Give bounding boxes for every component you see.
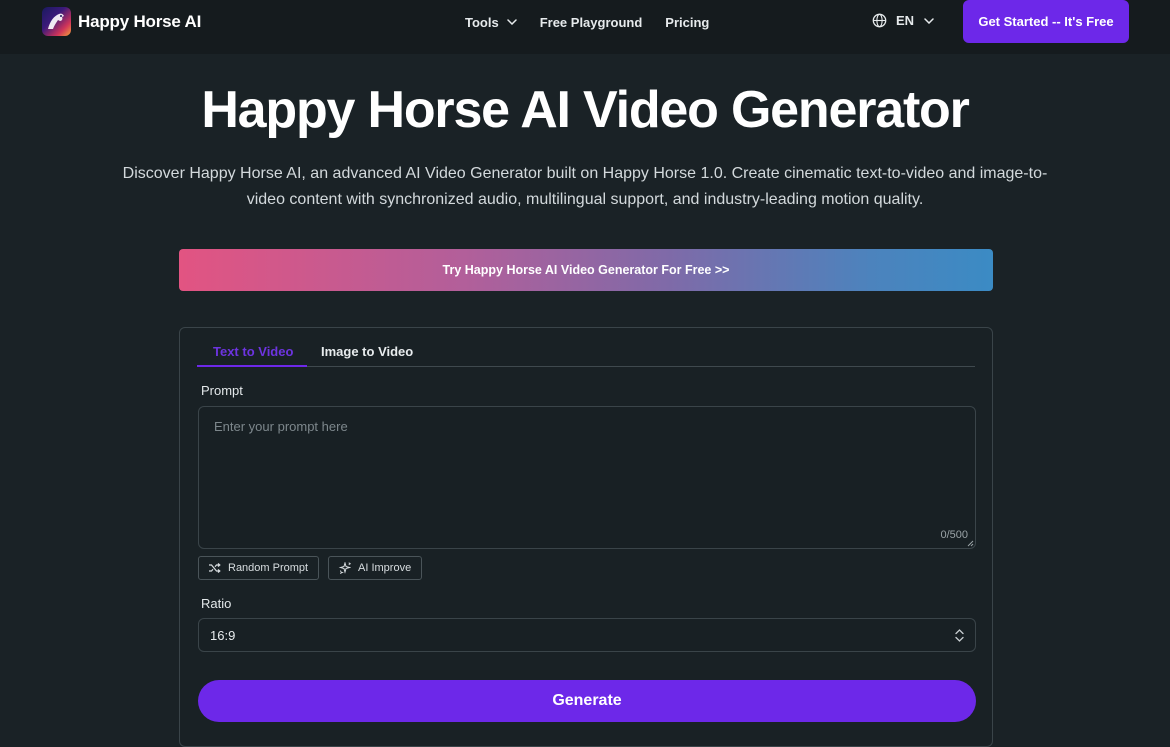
random-prompt-button[interactable]: Random Prompt: [198, 556, 320, 580]
brand-name: Happy Horse AI: [78, 11, 202, 31]
ratio-selected-value: 16:9: [210, 627, 236, 643]
brand-link[interactable]: Happy Horse AI: [42, 7, 201, 36]
hero-description: Discover Happy Horse AI, an advanced AI …: [122, 165, 1048, 208]
generator-tabs: Text to Video Image to Video: [197, 342, 975, 367]
video-generator-panel: Text to Video Image to Video Prompt 0/50…: [179, 327, 993, 747]
main-nav: Tools Free Playground Pricing: [465, 13, 732, 31]
page-title: Happy Horse AI Video Generator: [201, 81, 970, 139]
tab-text-to-video[interactable]: Text to Video: [213, 344, 293, 359]
nav-tools-menu[interactable]: Tools: [465, 15, 517, 30]
language-code: EN: [896, 13, 915, 28]
ai-improve-label: AI Improve: [358, 562, 412, 574]
ratio-select[interactable]: 16:9: [198, 618, 976, 652]
character-counter: 0/500: [940, 529, 968, 541]
globe-icon: [872, 13, 887, 28]
chevron-down-icon: [506, 19, 517, 25]
top-navbar: Happy Horse AI Tools Free Playground Pri…: [0, 0, 1170, 54]
chevron-down-icon: [924, 17, 934, 24]
ratio-label: Ratio: [201, 596, 232, 611]
language-selector[interactable]: EN: [872, 13, 934, 28]
get-started-button[interactable]: Get Started -- It's Free: [963, 0, 1129, 43]
ai-improve-button[interactable]: AI Improve: [328, 556, 423, 580]
try-free-banner-link[interactable]: Try Happy Horse AI Video Generator For F…: [179, 249, 993, 291]
shuffle-icon: [209, 563, 221, 573]
chevron-up-down-icon: [955, 629, 964, 642]
active-tab-indicator: [197, 365, 307, 367]
prompt-label: Prompt: [201, 383, 243, 398]
generate-button[interactable]: Generate: [198, 680, 976, 722]
nav-pricing[interactable]: Pricing: [665, 15, 709, 30]
tab-image-to-video[interactable]: Image to Video: [321, 344, 413, 359]
prompt-field-container: 0/500: [198, 406, 976, 549]
prompt-input[interactable]: [199, 407, 975, 548]
nav-free-playground[interactable]: Free Playground: [540, 15, 643, 30]
horse-logo-icon: [42, 7, 71, 36]
sparkles-icon: [338, 562, 351, 574]
resize-handle-icon[interactable]: [967, 540, 974, 547]
random-prompt-label: Random Prompt: [228, 562, 309, 574]
nav-tools-label: Tools: [465, 14, 499, 30]
